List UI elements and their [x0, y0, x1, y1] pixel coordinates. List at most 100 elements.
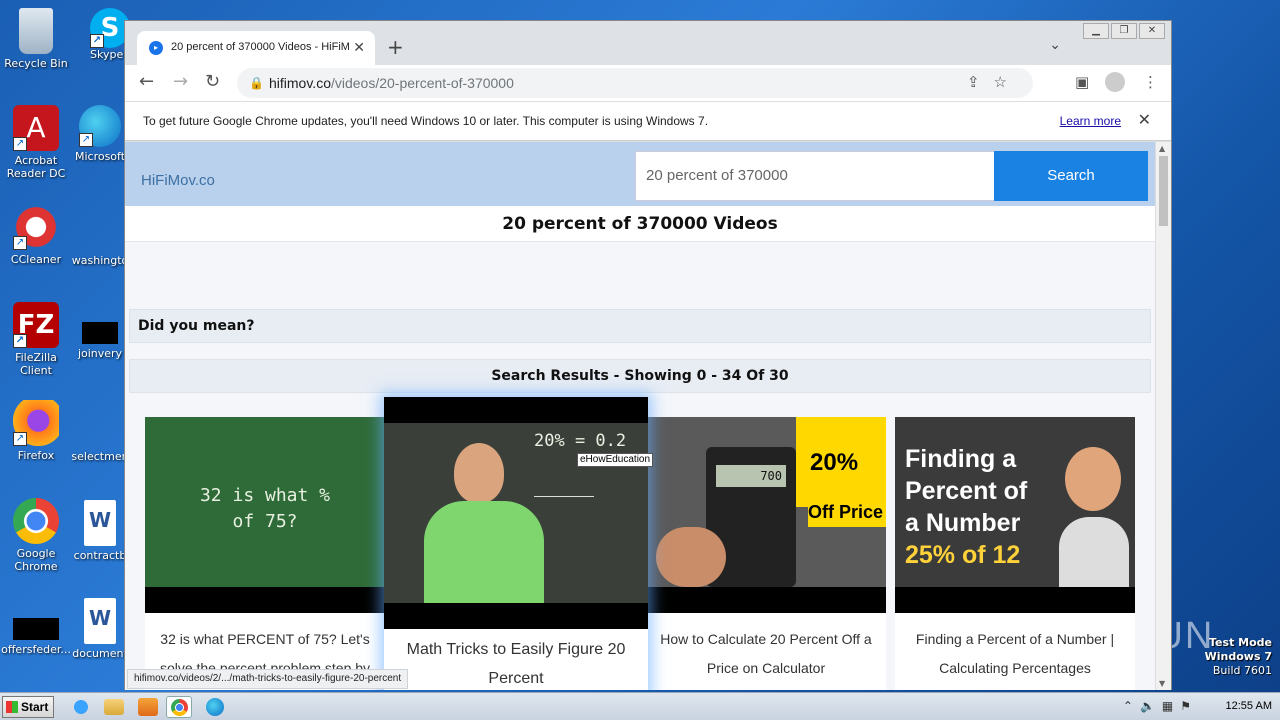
tray-expand-icon[interactable]: ⌃ — [1123, 699, 1140, 713]
media-player-icon[interactable] — [138, 698, 158, 716]
video-title-line: Price on Calculator — [706, 660, 826, 676]
video-card-hovered[interactable]: 20% = 0.2 Math Tricks to Easily Figure 2… — [384, 397, 648, 690]
desktop-icon-joinvery[interactable]: joinvery — [70, 322, 130, 360]
thumbnail-text: Finding a — [905, 445, 1017, 473]
video-thumbnail[interactable]: 20% Off Price 700 — [646, 417, 886, 613]
start-button[interactable]: Start — [2, 696, 54, 718]
desktop-icon-selectmen[interactable]: selectmen — [70, 450, 130, 463]
desktop-icon-label: FileZilla Client — [15, 351, 57, 377]
scroll-up-icon[interactable]: ▲ — [1159, 144, 1165, 153]
video-title-line: How to Calculate 20 Percent Off a — [660, 631, 872, 647]
desktop-icon-label: Microsoft — [74, 150, 126, 163]
file-explorer-icon[interactable] — [104, 699, 124, 715]
page-scrollbar[interactable]: ▲ ▼ — [1155, 142, 1171, 690]
shortcut-arrow-icon: ↗ — [90, 34, 104, 48]
taskbar: Start ⌃🔈▦⚑ 12:55 AM — [0, 692, 1280, 720]
desktop-icon-label: Recycle Bin — [4, 57, 68, 70]
desktop-icon-edge[interactable]: ↗ Microsoft — [70, 105, 130, 163]
video-card[interactable]: 20% Off Price 700 How to Calculate 20 Pe… — [646, 417, 886, 690]
close-window-icon[interactable]: ✕ — [1139, 23, 1165, 39]
forward-icon[interactable]: → — [173, 71, 188, 92]
share-icon[interactable]: ⇪ — [967, 74, 994, 91]
desktop-icon-label: offersfeder... — [1, 643, 71, 656]
video-thumbnail[interactable]: 32 is what % of 75? — [145, 417, 385, 613]
shortcut-arrow-icon: ↗ — [13, 334, 27, 348]
scroll-down-icon[interactable]: ▼ — [1159, 679, 1165, 688]
action-center-flag-icon[interactable]: ⚑ — [1180, 699, 1198, 713]
menu-kebab-icon[interactable]: ⋮ — [1143, 73, 1158, 91]
recycle-bin-icon — [19, 8, 53, 54]
watermark-line: Build 7601 — [1212, 664, 1272, 677]
profile-avatar-icon[interactable] — [1105, 72, 1125, 92]
internet-explorer-icon[interactable] — [68, 696, 94, 718]
address-bar[interactable]: 🔒 hifimov.co/videos/20-percent-of-370000… — [237, 68, 1033, 98]
desktop-icon-filezilla[interactable]: FZ ↗ FileZilla Client — [0, 302, 72, 377]
browser-toolbar: ← → ↻ 🔒 hifimov.co/videos/20-percent-of-… — [125, 65, 1171, 101]
close-tab-icon[interactable]: ✕ — [353, 31, 365, 63]
video-title[interactable]: How to Calculate 20 Percent Off a Price … — [646, 625, 886, 683]
redacted-file-icon — [13, 618, 59, 640]
redacted-file-icon — [82, 322, 118, 344]
window-controls: ▁ ❐ ✕ — [1083, 23, 1165, 39]
video-title-line: 32 is what PERCENT of 75? Let's — [160, 631, 370, 647]
video-thumbnail[interactable]: Finding a Percent of a Number 25% of 12 — [895, 417, 1135, 613]
bookmark-star-icon[interactable]: ☆ — [994, 74, 1021, 91]
page-title: 20 percent of 370000 Videos — [125, 206, 1155, 242]
video-title-line: Finding a Percent of a Number | — [915, 631, 1115, 647]
video-title-line: Calculating Percentages — [939, 660, 1091, 676]
chrome-icon — [171, 699, 188, 716]
update-infobar: To get future Google Chrome updates, you… — [125, 101, 1171, 141]
edge-icon[interactable] — [206, 698, 224, 716]
start-label: Start — [21, 700, 49, 714]
site-brand[interactable]: HiFiMov.co — [141, 172, 215, 189]
video-card[interactable]: Finding a Percent of a Number 25% of 12 … — [895, 417, 1135, 690]
system-tray: ⌃🔈▦⚑ — [1123, 699, 1198, 713]
taskbar-clock[interactable]: 12:55 AM — [1226, 700, 1272, 712]
hifimov-favicon-icon: ▸ — [149, 41, 163, 55]
thumbnail-text: 25% of 12 — [905, 541, 1021, 569]
desktop-icon-washingto[interactable]: washingto — [70, 254, 130, 267]
video-thumbnail[interactable]: 20% = 0.2 — [384, 397, 648, 629]
browser-tab[interactable]: ▸ 20 percent of 370000 Videos - HiFiM ✕ — [137, 31, 375, 65]
learn-more-link[interactable]: Learn more — [1060, 102, 1121, 140]
network-icon[interactable]: ▦ — [1162, 699, 1180, 713]
desktop-icon-label: selectmen — [71, 450, 129, 463]
infobar-close-icon[interactable]: ✕ — [1138, 102, 1151, 140]
desktop-icon-label: document — [72, 647, 128, 660]
desktop-icon-document[interactable]: W document — [70, 598, 130, 660]
back-icon[interactable]: ← — [139, 71, 154, 92]
thumbnail-text: a Number — [905, 509, 1021, 537]
word-document-icon: W — [84, 598, 116, 644]
volume-icon[interactable]: 🔈 — [1140, 699, 1162, 713]
desktop-icon-label: CCleaner — [10, 253, 62, 266]
thumbnail-badge: Off Price — [808, 497, 886, 527]
desktop-icon-contractb[interactable]: W contractb — [70, 500, 130, 562]
desktop-icon-firefox[interactable]: ↗ Firefox — [0, 400, 72, 462]
thumbnail-badge: 20% — [810, 449, 859, 476]
desktop-icon-offersfeder[interactable]: offersfeder... — [0, 618, 72, 656]
desktop-icon-recycle-bin[interactable]: Recycle Bin — [0, 8, 72, 70]
desktop-icon-ccleaner[interactable]: ↗ CCleaner — [0, 204, 72, 266]
search-input[interactable]: 20 percent of 370000 — [635, 151, 995, 201]
restore-icon[interactable]: ❐ — [1111, 23, 1137, 39]
windows-watermark: Test Mode Windows 7 Build 7601 — [1205, 636, 1272, 678]
did-you-mean-heading: Did you mean? — [129, 309, 1151, 343]
desktop-icon-label: joinvery — [77, 347, 123, 360]
video-card[interactable]: 32 is what % of 75? 32 is what PERCENT o… — [145, 417, 385, 690]
scrollbar-thumb[interactable] — [1159, 156, 1168, 226]
tab-search-chevron-icon[interactable]: ⌄ — [1049, 37, 1061, 53]
search-button[interactable]: Search — [994, 151, 1148, 201]
desktop-icon-acrobat[interactable]: A ↗ Acrobat Reader DC — [0, 105, 72, 180]
url-path: /videos/20-percent-of-370000 — [330, 75, 514, 91]
video-title[interactable]: Math Tricks to Easily Figure 20 Percent — [384, 635, 648, 690]
reload-icon[interactable]: ↻ — [205, 71, 220, 92]
word-document-icon: W — [84, 500, 116, 546]
minimize-icon[interactable]: ▁ — [1083, 23, 1109, 39]
chrome-taskbar-button[interactable] — [166, 696, 192, 718]
video-title[interactable]: Finding a Percent of a Number | Calculat… — [895, 625, 1135, 683]
new-tab-icon[interactable]: + — [387, 35, 404, 59]
side-panel-icon[interactable]: ▣ — [1075, 73, 1089, 91]
site-header: HiFiMov.co 20 percent of 370000 Search — [125, 142, 1155, 206]
desktop-icon-chrome[interactable]: Google Chrome — [0, 498, 72, 573]
acrobat-icon: A ↗ — [13, 105, 59, 151]
